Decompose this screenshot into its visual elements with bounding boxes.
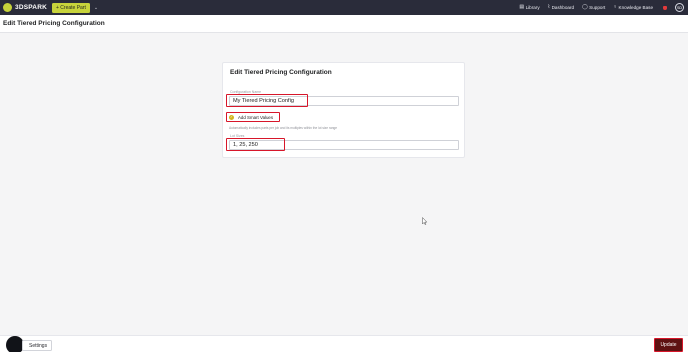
- brand-name: 3DSPARK: [15, 4, 47, 11]
- library-icon: ▤: [519, 4, 525, 10]
- brand-logo[interactable]: 3DSPARK: [3, 3, 47, 12]
- notification-bell-icon[interactable]: [662, 5, 667, 10]
- settings-button[interactable]: Settings: [22, 340, 53, 351]
- lightbulb-icon: ♀: [613, 4, 618, 10]
- top-navbar: 3DSPARK + Create Part ⌄ ▤ Library ⌇ Dash…: [0, 0, 688, 15]
- lot-sizes-highlight: [226, 138, 285, 151]
- pricing-config-card: Edit Tiered Pricing Configuration Config…: [222, 62, 465, 158]
- config-name-highlight: [226, 94, 308, 107]
- create-part-button[interactable]: + Create Part: [51, 2, 90, 13]
- update-button[interactable]: Update: [654, 338, 683, 352]
- card-title: Edit Tiered Pricing Configuration: [230, 69, 332, 76]
- user-avatar[interactable]: SD: [675, 3, 684, 12]
- nav-knowledge-base-link[interactable]: ♀ Knowledge Base: [613, 4, 653, 11]
- chevron-down-icon[interactable]: ⌄: [94, 5, 98, 11]
- dashboard-icon: ⌇: [547, 4, 551, 10]
- support-icon: ◯: [582, 4, 588, 10]
- nav-links: ▤ Library ⌇ Dashboard ◯ Support ♀ Knowle…: [511, 0, 688, 15]
- nav-knowledge-base-label: Knowledge Base: [618, 5, 653, 10]
- nav-support-link[interactable]: ◯ Support: [582, 4, 606, 11]
- smart-values-help-text: Automatically includes parts per job and…: [229, 126, 338, 130]
- smart-values-highlight: [226, 112, 280, 122]
- page-title: Edit Tiered Pricing Configuration: [3, 20, 105, 27]
- nav-dashboard-link[interactable]: ⌇ Dashboard: [547, 4, 575, 11]
- nav-dashboard-label: Dashboard: [551, 5, 575, 10]
- nav-library-link[interactable]: ▤ Library: [519, 4, 540, 11]
- bottom-action-bar: [0, 335, 688, 352]
- nav-library-label: Library: [525, 5, 540, 10]
- page-header: Edit Tiered Pricing Configuration: [0, 15, 688, 33]
- mouse-cursor-icon: [422, 217, 428, 225]
- nav-support-label: Support: [589, 5, 606, 10]
- brand-logo-icon: [3, 3, 12, 12]
